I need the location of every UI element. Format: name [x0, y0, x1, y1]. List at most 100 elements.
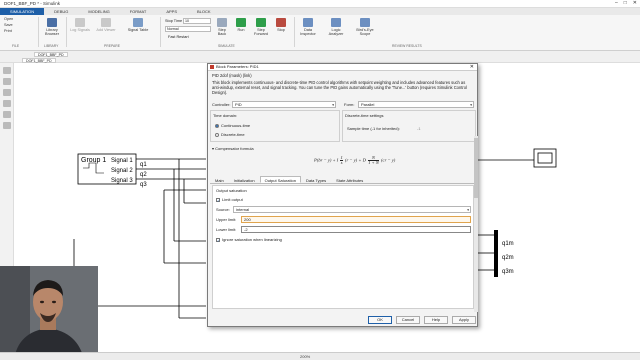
limit-output-label: Limit output — [222, 197, 243, 202]
controller-value: PID — [235, 102, 242, 107]
discrete-time-radio[interactable]: Discrete-time — [215, 132, 245, 137]
model-tab-bar — [0, 51, 640, 63]
checkbox-checked-icon: ✓ — [216, 237, 221, 243]
stop-time-input[interactable]: 10 — [183, 18, 211, 24]
demux-block[interactable] — [494, 230, 498, 277]
dialog-close-icon[interactable]: ✕ — [470, 64, 474, 70]
add-viewer-label: Add Viewer — [96, 28, 116, 32]
birds-eye-label: Bird's-Eye Scope — [356, 28, 374, 37]
minimize-button[interactable]: – — [615, 0, 618, 6]
time-domain-label: Time domain: — [213, 113, 238, 118]
library-browser-button[interactable]: Library Browser — [42, 18, 62, 36]
log-signals-icon — [75, 18, 85, 27]
compensator-formula-toggle[interactable]: ▾ Compensator formula — [212, 146, 254, 151]
arrow-icon[interactable] — [2, 89, 11, 96]
tab-modeling[interactable]: MODELING — [78, 8, 119, 15]
limit-output-checkbox[interactable]: ✓ Limit output — [216, 197, 243, 202]
logic-analyzer-button[interactable]: Logic Analyzer — [326, 18, 346, 36]
model-tab[interactable]: DOF1_BBF_PD — [34, 52, 68, 57]
apply-button[interactable]: Apply — [452, 316, 476, 324]
data-inspector-label: Data Inspector — [300, 28, 316, 37]
tab-initialization[interactable]: Initialization — [229, 176, 260, 183]
source-select[interactable]: internal ▾ — [233, 206, 471, 213]
presenter-video — [0, 266, 98, 360]
dialog-scrollbar[interactable] — [474, 136, 478, 312]
checkbox-checked-icon: ✓ — [216, 197, 221, 203]
tab-simulation[interactable]: SIMULATION — [0, 8, 45, 15]
section-prepare: PREPARE — [104, 44, 120, 48]
close-window-button[interactable]: ✕ — [633, 0, 637, 6]
ribbon-tabs: SIMULATION DEBUG MODELING FORMAT APPS BL… — [0, 8, 640, 15]
radio-icon — [215, 132, 219, 137]
divider — [66, 17, 67, 47]
tab-state-attributes[interactable]: State Attributes — [331, 176, 368, 183]
text-icon[interactable] — [2, 100, 11, 107]
output-label-q2: q2 — [140, 172, 147, 178]
log-signals-label: Log Signals — [70, 28, 90, 32]
section-simulate: SIMULATE — [218, 44, 235, 48]
stop-icon — [276, 18, 286, 27]
data-inspector-button[interactable]: Data Inspector — [298, 18, 318, 36]
discrete-settings-label: Discrete-time settings — [345, 113, 384, 118]
fit-view-icon[interactable] — [2, 78, 11, 85]
status-bar: 200% — [0, 352, 640, 360]
zoom-level: 200% — [300, 354, 311, 359]
tab-debug[interactable]: DEBUG — [44, 8, 78, 15]
ribbon-toolbar: Open Save Print Library Browser Log Sign… — [0, 15, 640, 51]
ignore-saturation-checkbox[interactable]: ✓ Ignore saturation when linearizing — [216, 237, 282, 242]
step-forward-button[interactable]: Step Forward — [252, 18, 270, 36]
time-domain-group: Time domain: Continuous-time Discrete-ti… — [210, 110, 340, 142]
formula-main: P(br − y) + I — [314, 157, 339, 163]
area-icon[interactable] — [2, 122, 11, 129]
simulation-mode-select[interactable]: Normal — [165, 26, 211, 32]
stop-button[interactable]: Stop — [274, 18, 288, 32]
save-button[interactable]: Save — [4, 23, 13, 27]
print-label: Print — [4, 29, 12, 33]
help-button[interactable]: Help — [424, 316, 448, 324]
add-viewer-button[interactable]: Add Viewer — [96, 18, 116, 32]
image-icon[interactable] — [2, 111, 11, 118]
signal-table-button[interactable]: Signal Table — [126, 18, 150, 32]
tab-data-types[interactable]: Data Types — [301, 176, 331, 183]
section-library: LIBRARY — [44, 44, 59, 48]
print-button[interactable]: Print — [4, 29, 12, 33]
tab-main[interactable]: Main — [210, 176, 229, 183]
birds-eye-scope-button[interactable]: Bird's-Eye Scope — [354, 18, 376, 36]
formula-tail: (cr − y) — [381, 157, 396, 163]
upper-limit-label: Upper limit: — [216, 217, 237, 222]
chevron-down-icon: ▾ — [467, 208, 469, 212]
mux-output-q2m: q2m — [502, 255, 514, 261]
fast-restart-toggle[interactable]: Fast Restart — [168, 35, 189, 39]
maximize-button[interactable]: □ — [624, 0, 627, 6]
upper-limit-input[interactable]: 200 — [241, 216, 471, 223]
step-forward-icon — [256, 18, 266, 27]
ok-button[interactable]: OK — [368, 316, 392, 324]
tab-output-saturation[interactable]: Output Saturation — [259, 176, 301, 183]
zoom-icon[interactable] — [2, 67, 11, 74]
run-label: Run — [237, 28, 245, 32]
formula-den: s — [340, 160, 343, 165]
continuous-time-radio[interactable]: Continuous-time — [215, 123, 250, 128]
block-parameters-dialog: Block Parameters: PID1 ✕ PID 2dof (mask)… — [207, 63, 478, 327]
lower-limit-input[interactable]: -2 — [241, 226, 471, 233]
divider — [294, 17, 295, 47]
signal-label-1: Signal 1 — [111, 158, 133, 164]
divider — [38, 17, 39, 47]
form-select[interactable]: Parallel ▾ — [358, 101, 474, 108]
formula-nden: 1 + N — [368, 160, 379, 165]
sample-time-input[interactable]: -1 — [417, 126, 421, 131]
tab-apps[interactable]: APPS — [156, 8, 187, 15]
step-back-button[interactable]: Step Back — [214, 18, 230, 36]
run-button[interactable]: Run — [234, 18, 248, 32]
open-label: Open — [4, 17, 14, 21]
log-signals-button[interactable]: Log Signals — [70, 18, 90, 32]
tab-format[interactable]: FORMAT — [120, 8, 157, 15]
scrollbar-thumb[interactable] — [474, 138, 478, 198]
discrete-time-label: Discrete-time — [221, 132, 245, 137]
controller-select[interactable]: PID ▾ — [232, 101, 336, 108]
tab-block[interactable]: BLOCK — [187, 8, 221, 15]
cancel-button[interactable]: Cancel — [396, 316, 420, 324]
open-button[interactable]: Open — [4, 17, 13, 21]
window-title: DOF1_BBF_PD * - Simulink — [4, 1, 61, 6]
output-label-q3: q3 — [140, 182, 147, 188]
